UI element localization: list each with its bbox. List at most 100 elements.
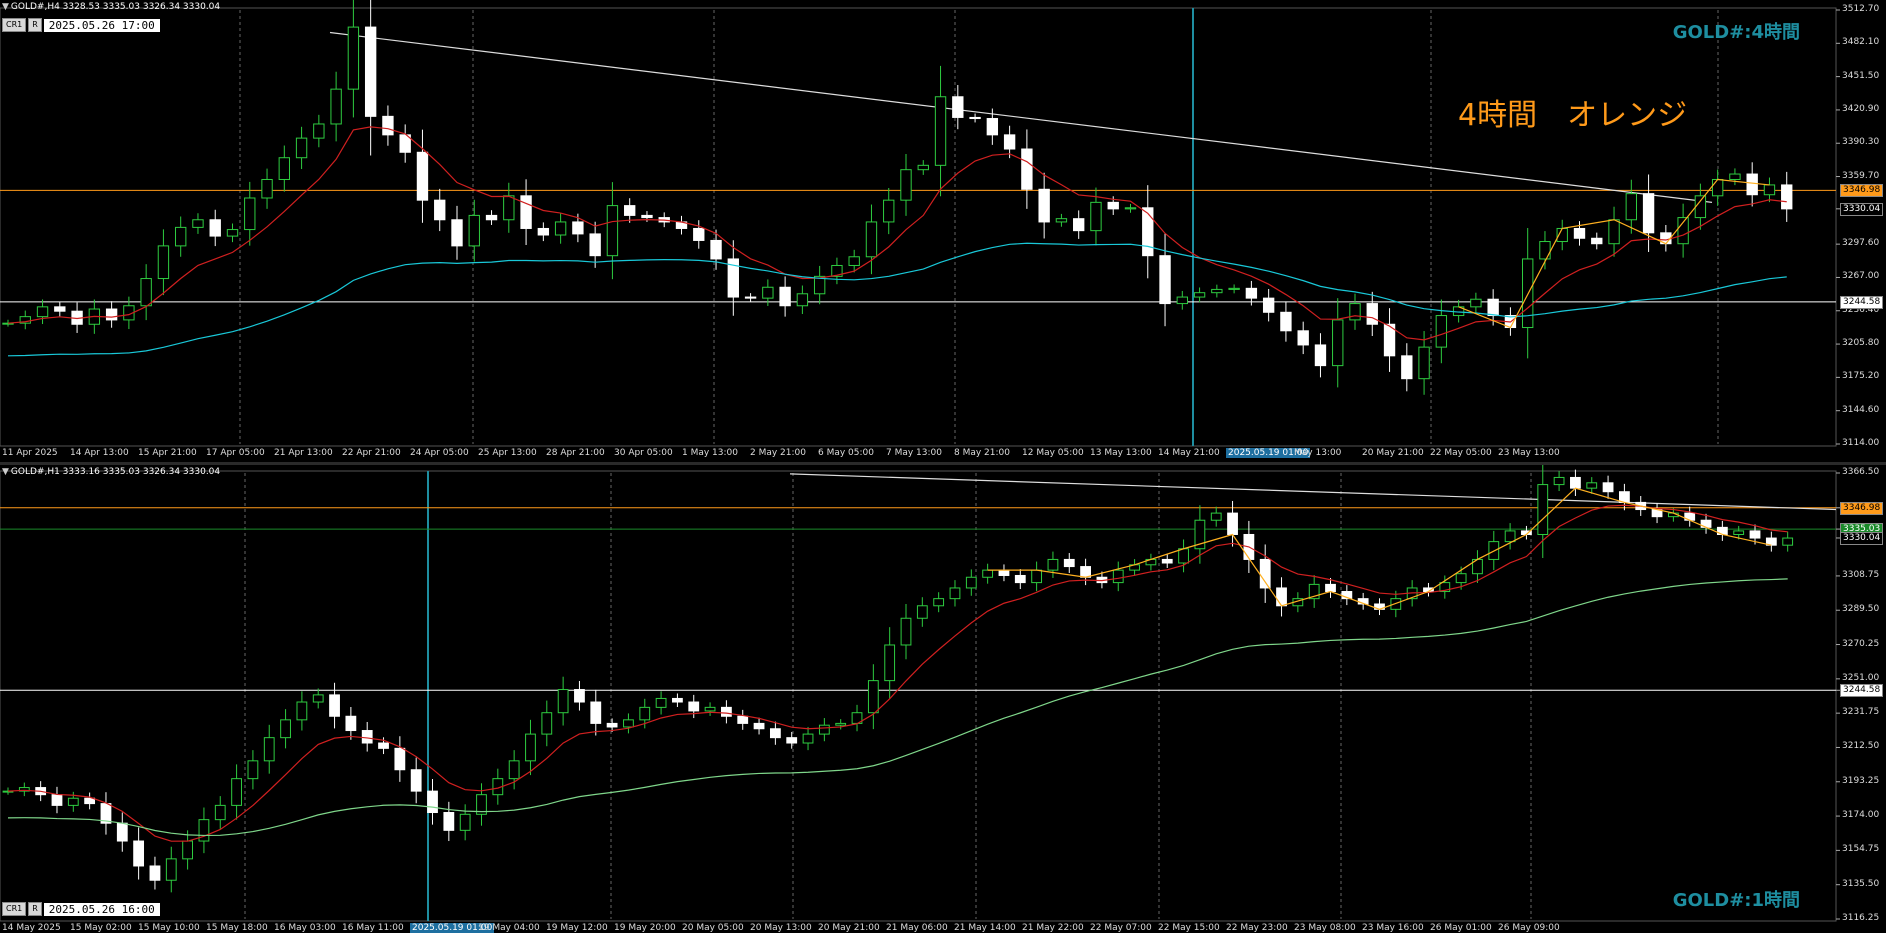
candle-body [1080,566,1091,578]
candle-body [572,221,584,235]
candle-body [468,214,480,247]
time-tick-label: 28 Apr 21:00 [546,448,605,458]
candle-body [998,569,1010,576]
r-button[interactable]: R [28,902,42,916]
price-tick-label: 3308.75 [1842,569,1880,580]
price-tick-label: 3482.10 [1842,37,1880,48]
candle-body [378,742,389,749]
collapse-triangle-icon[interactable]: ▼ [2,467,9,477]
time-tick-label: 17 Apr 05:00 [206,448,265,458]
price-tick-label: 3114.00 [1842,438,1880,448]
candle-body [84,797,96,805]
candle-body [1055,218,1068,223]
candle-body [1003,134,1016,150]
time-tick-label: 14 Apr 13:00 [70,448,129,458]
h4-header-text: GOLD#,H4 3328.53 3335.03 3326.34 3330.04 [10,2,221,12]
h1-chart-pane[interactable]: ▼ GOLD#,H1 3333.16 3335.03 3326.34 3330.0… [0,465,1886,933]
candle-body [1763,184,1776,196]
candle-body [520,195,532,229]
price-tick-label: 3267.00 [1842,271,1880,282]
cr1-button[interactable]: CR1 [2,902,27,916]
candle-body [1090,201,1102,232]
candle-body [818,724,830,735]
candle-body [1142,207,1154,257]
candle-body [884,644,896,682]
h1-chart-canvas[interactable] [0,465,1886,932]
candle-body [182,840,193,860]
h4-chart-pane[interactable]: ▼ GOLD#,H4 3328.53 3335.03 3326.34 3330.0… [0,0,1886,462]
candle-body [280,719,291,739]
candle-body [1729,173,1741,180]
candle-body [1349,303,1361,321]
candle-body [704,706,716,712]
candle-body [541,712,553,735]
candle-body [263,737,275,762]
cr1-button[interactable]: CR1 [2,18,27,32]
candle-body [1733,530,1745,535]
candle-body [451,219,463,247]
price-tag: 3244.58 [1840,295,1884,309]
price-tick-label: 3289.50 [1842,604,1880,615]
price-tag: 3346.98 [1840,501,1884,515]
candle-body [1418,346,1430,380]
zigzag-line [987,487,1772,610]
candle-body [779,286,791,307]
candle-body [1038,188,1050,223]
candle-body [1470,298,1482,308]
candle-body [606,722,618,728]
candle-body [639,706,651,721]
candle-body [361,730,373,744]
candle-body [900,617,912,646]
time-tick-label: 23 May 13:00 [1498,448,1560,458]
candle-body [485,214,498,221]
time-tick-label: 2 May 21:00 [750,448,806,458]
price-tick-label: 3297.60 [1842,238,1880,249]
candle-body [867,680,879,714]
candle-body [1112,569,1124,584]
price-tick-label: 3512.70 [1842,4,1880,14]
price-tick-label: 3212.50 [1842,741,1880,752]
candle-body [382,115,394,136]
candle-body [51,794,63,806]
collapse-triangle-icon[interactable]: ▼ [2,2,9,12]
candle-body [345,715,357,732]
candle-body [278,157,290,180]
candle-body [1297,330,1309,346]
candle-body [313,123,325,139]
candle-body [1366,303,1378,325]
candle-body [67,797,79,806]
candle-body [710,239,722,260]
h4-chart-canvas[interactable] [0,0,1886,462]
time-tick-label: 24 Apr 05:00 [410,448,469,458]
price-tick-label: 3366.50 [1842,467,1880,477]
candle-body [848,256,860,266]
candle-body [296,701,308,721]
candle-body [1332,319,1344,367]
candle-body [1227,512,1238,535]
candle-body [969,116,981,120]
candle-body [1178,548,1189,564]
candle-body [917,164,929,171]
candle-body [590,701,602,724]
candle-body [1504,530,1516,543]
candle-body [574,689,585,703]
candle-body [508,760,520,780]
h4-orange-note: 4時間 オレンジ [1458,98,1688,133]
candle-body [589,233,601,257]
candle-body [802,733,814,744]
candle-body [641,214,653,219]
time-tick-label: 13 May 13:00 [1090,448,1152,458]
candle-body [1781,184,1793,210]
candle-body [209,219,221,237]
time-tick-label: 14 May 21:00 [1158,448,1220,458]
price-tick-label: 3116.25 [1842,913,1880,923]
time-tick-label: 22 May 05:00 [1430,448,1492,458]
price-tick-label: 3205.80 [1842,338,1880,349]
candle-body [835,722,847,726]
candle-body [330,88,342,125]
candle-body [1262,297,1275,313]
r-button[interactable]: R [28,18,42,32]
candle-body [214,804,226,821]
time-tick-label: 30 Apr 05:00 [614,448,673,458]
h1-symbol-label: GOLD#:1時間 [1672,890,1800,911]
